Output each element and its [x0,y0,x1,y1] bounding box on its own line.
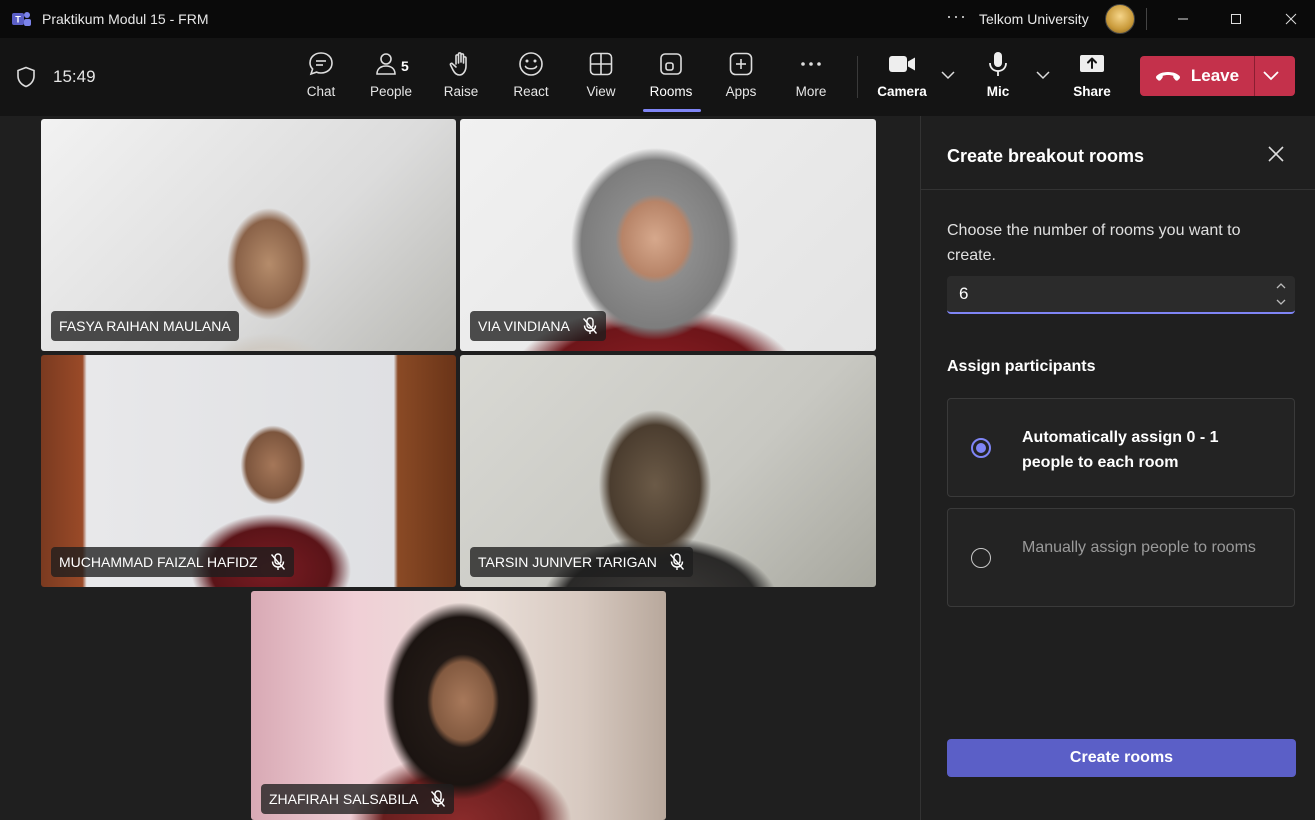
participant-tile[interactable]: VIA VINDIANA [460,119,876,351]
participant-name-tag: MUCHAMMAD FAIZAL HAFIDZ [51,547,294,577]
participant-name-tag: TARSIN JUNIVER TARIGAN [470,547,693,577]
rooms-count-stepper[interactable] [947,276,1295,314]
view-button[interactable]: View [571,46,631,112]
svg-text:T: T [15,15,21,25]
rooms-count-description: Choose the number of rooms you want to c… [947,222,1241,264]
assign-participants-heading: Assign participants [947,358,1096,375]
camera-icon [889,56,915,72]
manual-assign-radio[interactable] [971,548,991,568]
create-rooms-button[interactable]: Create rooms [947,739,1296,777]
leave-options-chevron-icon[interactable] [1262,68,1280,82]
more-options-icon[interactable]: ··· [946,6,967,27]
close-icon[interactable] [1266,144,1286,164]
leave-button-group: Leave [1140,56,1295,96]
mic-button[interactable]: Mic [968,46,1028,112]
participant-tile[interactable]: ZHAFIRAH SALSABILA [251,591,666,820]
participant-name-tag: FASYA RAIHAN MAULANA [51,311,239,341]
mic-icon [989,52,1007,76]
more-button[interactable]: More [781,46,841,112]
rooms-button[interactable]: Rooms [641,46,701,112]
apps-label: Apps [725,84,757,99]
close-icon [1285,13,1297,25]
divider [1146,8,1147,30]
mic-options-chevron-icon[interactable] [1036,70,1050,80]
meeting-toolbar: 15:49 Chat People 5 Raise React View Roo… [0,38,1315,116]
auto-assign-label: Automatically assign 0 - 1 people to eac… [1022,429,1219,471]
share-label: Share [1073,84,1111,99]
manual-assign-option[interactable]: Manually assign people to rooms [947,508,1295,607]
camera-options-chevron-icon[interactable] [941,70,955,80]
grid-icon [589,52,613,76]
rooms-count-input[interactable] [959,284,1239,304]
maximize-icon [1231,14,1241,24]
close-window-button[interactable] [1268,4,1314,34]
smile-icon [519,52,543,76]
react-button[interactable]: React [501,46,561,112]
breakout-rooms-panel: Create breakout rooms Choose the number … [920,116,1315,820]
apps-button[interactable]: Apps [711,46,771,112]
leave-divider [1254,56,1255,96]
toolbar-divider [857,56,858,98]
shield-icon[interactable] [16,66,36,88]
raise-hand-button[interactable]: Raise [431,46,491,112]
minimize-icon [1178,18,1188,20]
more-label: More [795,84,827,99]
auto-assign-option[interactable]: Automatically assign 0 - 1 people to eac… [947,398,1295,497]
rooms-label: Rooms [649,84,693,99]
hang-up-icon [1155,72,1180,81]
plus-square-icon [729,52,753,76]
mic-off-icon [582,317,597,334]
manual-assign-label: Manually assign people to rooms [1022,539,1256,556]
title-bar: T Praktikum Modul 15 - FRM ··· Telkom Un… [0,0,1315,38]
people-label: People [369,84,413,99]
participant-name-tag: VIA VINDIANA [470,311,606,341]
camera-button[interactable]: Camera [872,46,932,112]
share-icon [1080,55,1104,72]
teams-logo-icon: T [12,12,31,26]
people-icon [376,53,396,75]
auto-assign-radio[interactable] [971,438,991,458]
participant-name-tag: ZHAFIRAH SALSABILA [261,784,455,814]
mic-off-icon [270,553,285,570]
window-title: Praktikum Modul 15 - FRM [42,11,209,27]
hand-icon [449,52,467,76]
mic-off-icon [431,790,446,807]
participant-name: VIA VINDIANA [478,318,570,334]
participant-tile[interactable]: FASYA RAIHAN MAULANA [41,119,456,351]
participant-tile[interactable]: TARSIN JUNIVER TARIGAN [460,355,876,587]
leave-label: Leave [1190,66,1240,85]
maximize-button[interactable] [1213,4,1259,34]
panel-title: Create breakout rooms [947,146,1145,166]
raise-label: Raise [443,84,479,99]
avatar[interactable] [1105,4,1135,34]
participant-name: FASYA RAIHAN MAULANA [59,318,231,334]
camera-label: Camera [877,84,927,99]
react-label: React [513,84,549,99]
mic-off-icon [669,553,684,570]
view-label: View [586,84,616,99]
active-tab-indicator [643,109,701,112]
people-button[interactable]: People [361,46,421,112]
mic-label: Mic [986,84,1010,99]
leave-button[interactable]: Leave [1140,56,1254,96]
participant-name: ZHAFIRAH SALSABILA [269,791,419,807]
participant-tile[interactable]: MUCHAMMAD FAIZAL HAFIDZ [41,355,456,587]
more-icon [801,62,821,66]
rooms-icon [660,53,682,75]
stepper-arrows-icon[interactable] [1275,280,1287,308]
chat-label: Chat [306,84,336,99]
chat-icon [309,52,333,76]
chat-button[interactable]: Chat [291,46,351,112]
panel-divider [921,189,1315,190]
minimize-button[interactable] [1160,4,1206,34]
meeting-timer: 15:49 [53,67,96,86]
people-count-badge: 5 [401,58,409,74]
organization-name[interactable]: Telkom University [979,11,1089,27]
participant-name: TARSIN JUNIVER TARIGAN [478,554,657,570]
share-button[interactable]: Share [1062,46,1122,112]
participant-name: MUCHAMMAD FAIZAL HAFIDZ [59,554,258,570]
